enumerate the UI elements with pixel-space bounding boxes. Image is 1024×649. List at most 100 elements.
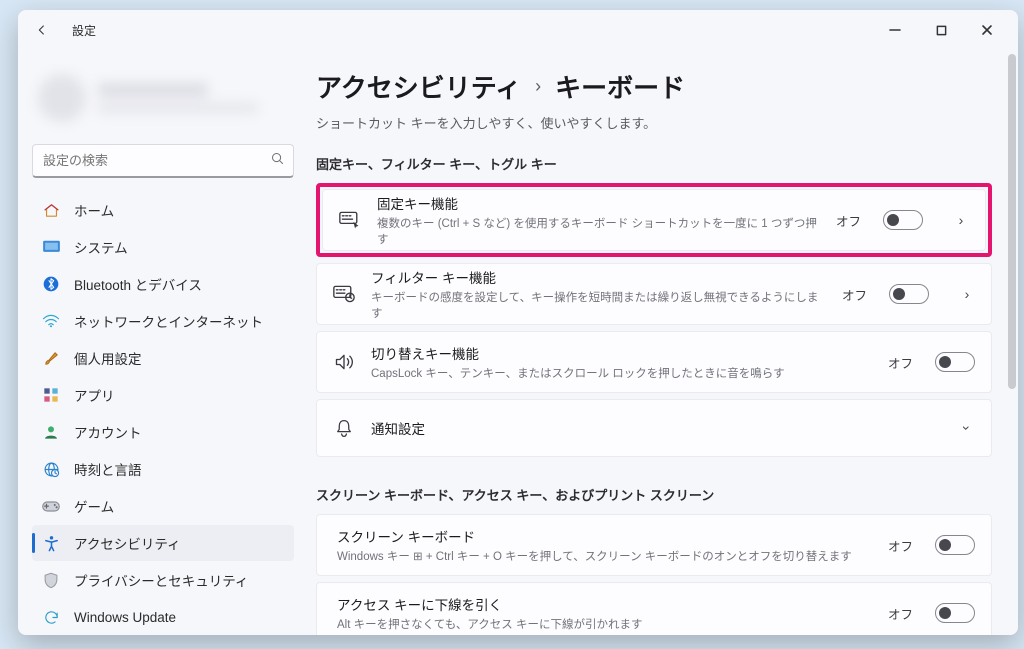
- toggle-state-label: オフ: [836, 211, 861, 230]
- breadcrumb-parent[interactable]: アクセシビリティ: [316, 68, 521, 105]
- setting-row-underline-access-keys[interactable]: アクセス キーに下線を引く Alt キーを押さなくても、アクセス キーに下線が引…: [316, 582, 992, 635]
- minimize-button[interactable]: [872, 14, 918, 46]
- close-button[interactable]: [964, 14, 1010, 46]
- setting-row-notification[interactable]: 通知設定 ›: [316, 399, 992, 457]
- minimize-icon: [889, 24, 901, 36]
- sidebar-item-label: プライバシーとセキュリティ: [74, 570, 248, 590]
- chevron-right-icon: ›: [535, 76, 541, 97]
- sidebar-item-apps[interactable]: アプリ: [32, 377, 294, 413]
- profile-text: [98, 83, 258, 113]
- avatar: [38, 74, 86, 122]
- window-title: 設定: [72, 22, 96, 39]
- setting-texts: フィルター キー機能 キーボードの感度を設定して、キー操作を短時間または繰り返し…: [371, 267, 826, 321]
- sidebar-item-label: 個人用設定: [74, 348, 142, 368]
- scrollbar-thumb[interactable]: [1008, 54, 1016, 389]
- sidebar-item-label: ゲーム: [74, 496, 114, 516]
- maximize-icon: [936, 25, 947, 36]
- gaming-icon: [42, 497, 60, 515]
- system-icon: [42, 238, 60, 256]
- setting-texts: 切り替えキー機能 CapsLock キー、テンキー、またはスクロール ロックを押…: [371, 343, 872, 381]
- bell-icon: [333, 417, 355, 439]
- sidebar-item-accounts[interactable]: アカウント: [32, 414, 294, 450]
- toggle-state-label: オフ: [888, 604, 913, 623]
- sidebar-item-gaming[interactable]: ゲーム: [32, 488, 294, 524]
- home-icon: [42, 201, 60, 219]
- sidebar-item-label: システム: [74, 237, 128, 257]
- setting-row-osk[interactable]: スクリーン キーボード Windows キー ⊞ + Ctrl キー + O キ…: [316, 514, 992, 576]
- window-buttons: [872, 14, 1010, 46]
- sidebar-item-label: 時刻と言語: [74, 459, 142, 479]
- setting-title: アクセス キーに下線を引く: [337, 594, 872, 614]
- toggle-switch[interactable]: [883, 210, 923, 230]
- settings-window: 設定 ホーム: [18, 10, 1018, 635]
- search-box[interactable]: [32, 144, 294, 178]
- speaker-icon: [333, 351, 355, 373]
- setting-title: 固定キー機能: [377, 193, 820, 213]
- maximize-button[interactable]: [918, 14, 964, 46]
- content-pane: アクセシビリティ › キーボード ショートカット キーを入力しやすく、使いやすく…: [308, 50, 1018, 635]
- page-subheading: ショートカット キーを入力しやすく、使いやすくします。: [316, 113, 992, 132]
- toggle-state-label: オフ: [888, 536, 913, 555]
- sidebar-item-bluetooth[interactable]: Bluetooth とデバイス: [32, 266, 294, 302]
- search-icon: [270, 151, 285, 171]
- setting-row-filter-keys[interactable]: フィルター キー機能 キーボードの感度を設定して、キー操作を短時間または繰り返し…: [316, 263, 992, 325]
- sidebar-item-windows-update[interactable]: Windows Update: [32, 599, 294, 635]
- profile-block[interactable]: [38, 70, 288, 126]
- setting-row-toggle-keys[interactable]: 切り替えキー機能 CapsLock キー、テンキー、またはスクロール ロックを押…: [316, 331, 992, 393]
- setting-texts: 固定キー機能 複数のキー (Ctrl + S など) を使用するキーボード ショ…: [377, 193, 820, 247]
- bluetooth-icon: [42, 275, 60, 293]
- toggle-switch[interactable]: [935, 535, 975, 555]
- accessibility-icon: [42, 534, 60, 552]
- sidebar: ホーム システム Bluetooth とデバイス ネットワークとインターネット …: [18, 50, 308, 635]
- setting-title: 切り替えキー機能: [371, 343, 872, 363]
- setting-row-sticky-keys[interactable]: 固定キー機能 複数のキー (Ctrl + S など) を使用するキーボード ショ…: [322, 189, 986, 251]
- account-icon: [42, 423, 60, 441]
- section-label-keys: 固定キー、フィルター キー、トグル キー: [316, 154, 992, 173]
- globe-icon: [42, 460, 60, 478]
- sidebar-item-label: アカウント: [74, 422, 142, 442]
- setting-desc: 複数のキー (Ctrl + S など) を使用するキーボード ショートカットを一…: [377, 215, 820, 247]
- search-input[interactable]: [43, 153, 261, 168]
- chevron-right-icon[interactable]: ›: [953, 212, 969, 228]
- setting-title: フィルター キー機能: [371, 267, 826, 287]
- sidebar-item-label: アプリ: [74, 385, 115, 405]
- brush-icon: [42, 349, 60, 367]
- toggle-switch[interactable]: [935, 603, 975, 623]
- close-icon: [981, 24, 993, 36]
- toggle-switch[interactable]: [889, 284, 929, 304]
- sidebar-item-home[interactable]: ホーム: [32, 192, 294, 228]
- shield-icon: [42, 571, 60, 589]
- sidebar-item-label: Bluetooth とデバイス: [74, 274, 202, 294]
- chevron-right-icon[interactable]: ›: [959, 286, 975, 302]
- breadcrumb: アクセシビリティ › キーボード: [316, 68, 992, 105]
- chevron-down-icon[interactable]: ›: [959, 420, 975, 436]
- sidebar-nav: ホーム システム Bluetooth とデバイス ネットワークとインターネット …: [32, 192, 294, 635]
- toggle-state-label: オフ: [842, 285, 867, 304]
- sidebar-item-privacy[interactable]: プライバシーとセキュリティ: [32, 562, 294, 598]
- sidebar-item-time-language[interactable]: 時刻と言語: [32, 451, 294, 487]
- section-label-osk: スクリーン キーボード、アクセス キー、およびプリント スクリーン: [316, 485, 992, 504]
- setting-texts: アクセス キーに下線を引く Alt キーを押さなくても、アクセス キーに下線が引…: [337, 594, 872, 632]
- sidebar-item-personalization[interactable]: 個人用設定: [32, 340, 294, 376]
- wifi-icon: [42, 312, 60, 330]
- sidebar-item-network[interactable]: ネットワークとインターネット: [32, 303, 294, 339]
- arrow-left-icon: [34, 22, 50, 38]
- toggle-state-label: オフ: [888, 353, 913, 372]
- setting-texts: 通知設定: [371, 418, 929, 438]
- sidebar-item-label: ホーム: [74, 200, 114, 220]
- sidebar-item-system[interactable]: システム: [32, 229, 294, 265]
- content-scrollbar[interactable]: [1008, 54, 1016, 631]
- back-button[interactable]: [26, 14, 58, 46]
- titlebar: 設定: [18, 10, 1018, 50]
- sidebar-item-label: ネットワークとインターネット: [74, 311, 263, 331]
- apps-icon: [42, 386, 60, 404]
- setting-desc: キーボードの感度を設定して、キー操作を短時間または繰り返し無視できるようにします: [371, 289, 826, 321]
- setting-texts: スクリーン キーボード Windows キー ⊞ + Ctrl キー + O キ…: [337, 526, 872, 564]
- setting-desc: Windows キー ⊞ + Ctrl キー + O キーを押して、スクリーン …: [337, 548, 872, 564]
- body: ホーム システム Bluetooth とデバイス ネットワークとインターネット …: [18, 50, 1018, 635]
- update-icon: [42, 608, 60, 626]
- setting-desc: CapsLock キー、テンキー、またはスクロール ロックを押したときに音を鳴ら…: [371, 365, 872, 381]
- toggle-switch[interactable]: [935, 352, 975, 372]
- sidebar-item-accessibility[interactable]: アクセシビリティ: [32, 525, 294, 561]
- keyboard-clock-icon: [333, 283, 355, 305]
